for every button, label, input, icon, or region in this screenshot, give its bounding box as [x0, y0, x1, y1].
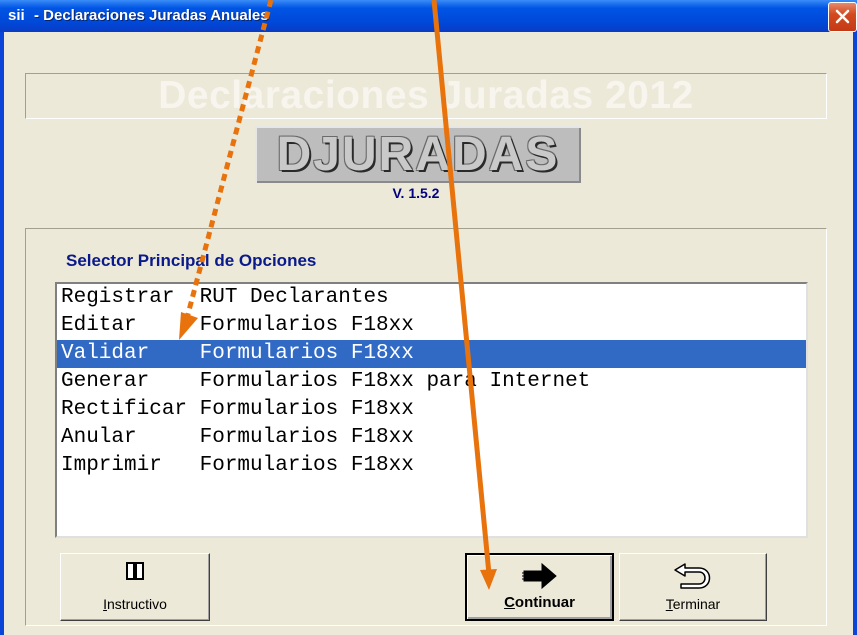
- close-icon: [835, 9, 850, 24]
- continuar-label: Continuar: [504, 594, 575, 611]
- banner-title: Declaraciones Juradas 2012: [158, 74, 694, 117]
- version-label: V. 1.5.2: [392, 185, 440, 201]
- banner-panel: Declaraciones Juradas 2012: [25, 73, 827, 119]
- window-frame-right: [853, 32, 857, 635]
- instructivo-button[interactable]: Instructivo: [60, 553, 210, 621]
- u-turn-arrow-icon: [674, 563, 711, 589]
- book-icon: [126, 562, 144, 580]
- window-frame-left: [0, 32, 4, 635]
- app-icon: sii: [8, 7, 25, 24]
- terminar-label: Terminar: [665, 596, 721, 612]
- list-item-registrar[interactable]: Registrar RUT Declarantes: [57, 284, 806, 312]
- terminar-button[interactable]: Terminar: [619, 553, 767, 621]
- list-item-imprimir[interactable]: Imprimir Formularios F18xx: [57, 452, 806, 480]
- window-title: - Declaraciones Juradas Anuales: [34, 7, 269, 24]
- list-item-anular[interactable]: Anular Formularios F18xx: [57, 424, 806, 452]
- close-button[interactable]: [828, 2, 857, 32]
- list-item-validar[interactable]: Validar Formularios F18xx: [57, 340, 806, 368]
- right-arrow-icon: [521, 562, 557, 590]
- list-item-generar[interactable]: Generar Formularios F18xx para Internet: [57, 368, 806, 396]
- title-bar: sii - Declaraciones Juradas Anuales: [0, 0, 857, 32]
- options-listbox[interactable]: Registrar RUT Declarantes Editar Formula…: [55, 282, 808, 538]
- list-item-editar[interactable]: Editar Formularios F18xx: [57, 312, 806, 340]
- logo-text: DJURADAS: [276, 128, 560, 181]
- list-item-rectificar[interactable]: Rectificar Formularios F18xx: [57, 396, 806, 424]
- djuradas-logo: DJURADAS: [255, 126, 581, 183]
- selector-label: Selector Principal de Opciones: [66, 251, 317, 270]
- continuar-button[interactable]: Continuar: [465, 553, 614, 621]
- instructivo-label: Instructivo: [103, 596, 167, 612]
